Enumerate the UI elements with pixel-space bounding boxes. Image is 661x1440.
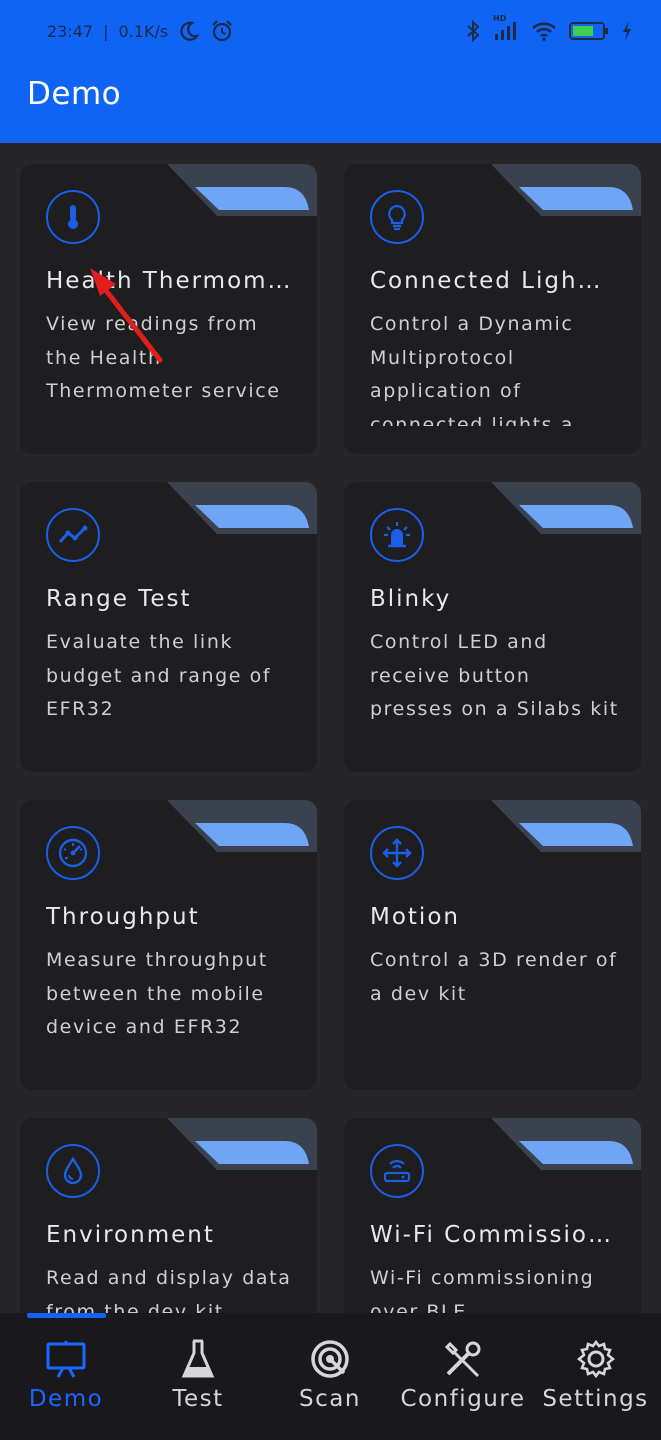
card-description: Measure throughput between the mobile de… — [46, 949, 268, 1038]
card-title: Environment — [46, 1222, 215, 1248]
battery-icon — [569, 20, 609, 42]
card-corner-decoration — [491, 1118, 641, 1170]
card-health-thermometer[interactable]: Health Thermom… View readings from the H… — [20, 164, 317, 454]
water-drop-icon — [46, 1144, 100, 1198]
card-description: Control LED and receive button presses o… — [370, 631, 619, 720]
card-corner-decoration — [167, 800, 317, 852]
nav-label: Demo — [28, 1386, 104, 1412]
card-description: Control a Dynamic Multiprotocol applicat… — [370, 313, 595, 426]
nav-demo[interactable]: Demo — [0, 1313, 132, 1440]
card-title: Health Thermom… — [46, 268, 293, 294]
card-corner-decoration — [491, 482, 641, 534]
card-corner-decoration — [167, 482, 317, 534]
led-icon — [370, 508, 424, 562]
nav-label: Settings — [542, 1386, 649, 1412]
nav-scan[interactable]: Scan — [264, 1313, 396, 1440]
thermometer-icon — [46, 190, 100, 244]
network-badge: HD — [493, 14, 507, 23]
signal-icon: HD — [493, 14, 519, 42]
alarm-icon — [210, 19, 234, 43]
status-speed: 0.1K/s — [118, 21, 169, 41]
demo-grid: Health Thermom… View readings from the H… — [0, 143, 661, 1313]
card-description: Control a 3D render of a dev kit — [370, 949, 618, 1005]
gear-icon — [575, 1338, 617, 1380]
card-connected-lighting[interactable]: Connected Ligh… Control a Dynamic Multip… — [344, 164, 641, 454]
chart-line-icon — [46, 508, 100, 562]
card-corner-decoration — [167, 1118, 317, 1170]
bluetooth-icon — [465, 20, 481, 42]
card-description: Read and display data from the dev kit s… — [46, 1267, 292, 1313]
nav-test[interactable]: Test — [132, 1313, 264, 1440]
card-title: Motion — [370, 904, 460, 930]
card-corner-decoration — [491, 800, 641, 852]
card-throughput[interactable]: Throughput Measure throughput between th… — [20, 800, 317, 1090]
scan-icon — [309, 1338, 351, 1380]
card-blinky[interactable]: Blinky Control LED and receive button pr… — [344, 482, 641, 772]
nav-settings[interactable]: Settings — [530, 1313, 661, 1440]
nav-label: Test — [172, 1386, 224, 1412]
nav-label: Configure — [400, 1386, 526, 1412]
move-arrows-icon — [370, 826, 424, 880]
card-title: Throughput — [46, 904, 200, 930]
card-title: Range Test — [46, 586, 192, 612]
card-environment[interactable]: Environment Read and display data from t… — [20, 1118, 317, 1313]
card-description: Wi-Fi commissioning over BLE — [370, 1267, 595, 1313]
status-time: 23:47 — [47, 21, 94, 41]
lightbulb-icon — [370, 190, 424, 244]
speedometer-icon — [46, 826, 100, 880]
nav-label: Scan — [299, 1386, 361, 1412]
router-icon — [370, 1144, 424, 1198]
card-description: View readings from the Health Thermomete… — [46, 313, 281, 402]
card-wifi-commissioning[interactable]: Wi-Fi Commissio… Wi-Fi commissioning ove… — [344, 1118, 641, 1313]
wifi-icon — [531, 20, 557, 42]
charging-icon — [621, 20, 633, 42]
card-corner-decoration — [491, 164, 641, 216]
status-bar: 23:47 | 0.1K/s HD — [0, 0, 661, 62]
card-range-test[interactable]: Range Test Evaluate the link budget and … — [20, 482, 317, 772]
nav-configure[interactable]: Configure — [396, 1313, 530, 1440]
card-title: Connected Ligh… — [370, 268, 603, 294]
tools-icon — [442, 1338, 484, 1380]
moon-icon — [178, 20, 200, 42]
card-corner-decoration — [167, 164, 317, 216]
card-motion[interactable]: Motion Control a 3D render of a dev kit — [344, 800, 641, 1090]
monitor-icon — [44, 1338, 88, 1380]
card-title: Wi-Fi Commissio… — [370, 1222, 613, 1248]
card-title: Blinky — [370, 586, 452, 612]
flask-icon — [178, 1338, 218, 1380]
page-title: Demo — [27, 76, 122, 112]
status-separator: | — [103, 21, 109, 41]
card-description: Evaluate the link budget and range of EF… — [46, 631, 272, 720]
